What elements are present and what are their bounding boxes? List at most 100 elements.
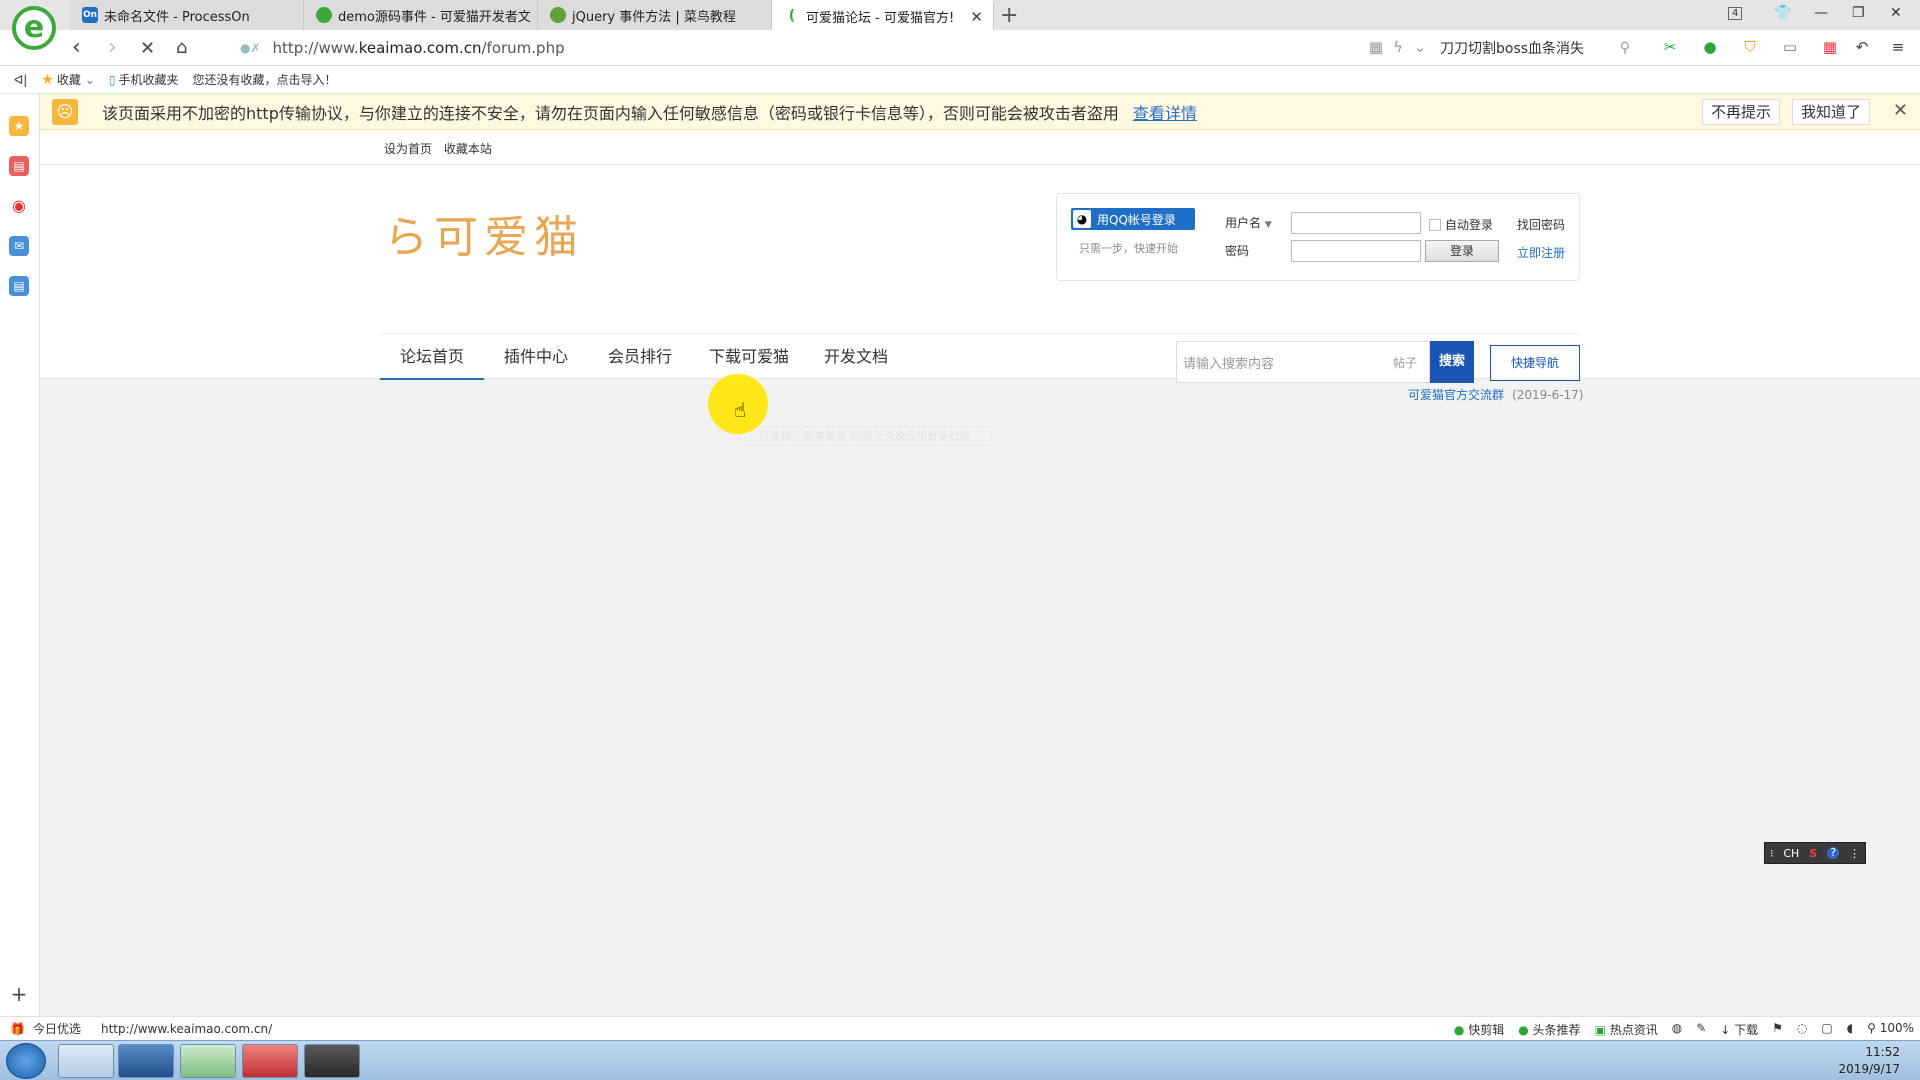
gift-icon[interactable]: 🎁 [10,1022,25,1036]
start-button[interactable] [6,1043,46,1079]
cleanup-icon[interactable]: ◌ [1797,1021,1807,1038]
pin-icon[interactable]: ✎ [1696,1021,1706,1038]
speed-icon[interactable]: ◍ [1672,1021,1682,1038]
tab-demo-docs[interactable]: demo源码事件 - 可爱猫开发者文 [304,0,538,30]
lightning-icon[interactable]: ϟ [1388,38,1408,58]
screenshot-icon[interactable]: ▭ [1780,38,1800,58]
clock-date: 2019/9/17 [1838,1062,1900,1076]
login-box: ◕ 用QQ帐号登录 只需一步，快速开始 用户名 ▼ 密码 自动登录 登录 找回密… [1056,193,1580,281]
bookmark-site-link[interactable]: 收藏本站 [444,142,492,156]
minimize-icon[interactable]: — [1814,5,1828,21]
ime-toolbar[interactable]: ⁝ CH S ? ⋮ [1764,842,1866,864]
weibo-icon[interactable]: ◉ [9,196,29,216]
translate-icon[interactable]: ● [1700,38,1720,58]
skin-icon[interactable]: 👕 [1774,5,1791,21]
restore-icon[interactable]: ❐ [1852,5,1865,21]
qr-code-icon[interactable]: ▦ [1366,38,1386,58]
qq-login-button[interactable]: ◕ 用QQ帐号登录 [1071,208,1195,230]
username-type-select[interactable]: 用户名 ▼ [1225,214,1272,231]
file-explorer-icon[interactable] [58,1044,114,1078]
sound-icon[interactable]: ◖ [1847,1021,1853,1038]
forward-icon[interactable]: › [108,35,117,60]
flag-icon[interactable]: ⚑ [1772,1021,1783,1038]
download-item[interactable]: ↓ 下载 [1720,1021,1758,1038]
home-icon[interactable]: ⌂ [176,37,187,58]
shield-icon[interactable]: ⛉ [1740,38,1760,58]
back-icon[interactable]: ‹ [72,35,81,60]
url-field[interactable]: ●✗ http://www.keaimao.com.cn/forum.php [240,35,1350,61]
quick-clip-item[interactable]: ● 快剪辑 [1454,1021,1504,1038]
scissors-icon[interactable]: ✂ [1660,38,1680,58]
ime-grip-icon: ⁝ [1769,846,1774,860]
faded-announcement: 可爱猫：新本发布 问题交流及应用分享社区 [738,426,992,446]
close-window-icon[interactable]: ✕ [1890,5,1902,21]
apps-icon[interactable]: ▦ [1820,38,1840,58]
star-icon: ★ [41,71,54,88]
pdf-app-icon[interactable] [242,1044,298,1078]
page-content: 设为首页 收藏本站 ら 可爱猫 ◕ 用QQ帐号登录 只需一步，快速开始 用户名 … [40,130,1920,1016]
sidebar-toggle-icon[interactable]: ᐊ| [14,73,27,87]
new-tab-button[interactable]: + [1000,3,1018,28]
ime-menu-icon[interactable]: ⋮ [1849,847,1860,860]
window-icon[interactable]: ▢ [1821,1021,1832,1038]
add-panel-icon[interactable]: + [9,984,29,1004]
sublime-text-icon[interactable] [304,1044,360,1078]
username-field[interactable] [1291,212,1421,234]
password-field[interactable] [1291,240,1421,262]
find-password-link[interactable]: 找回密码 [1517,216,1565,233]
sogou-icon[interactable]: S [1809,847,1817,860]
close-tab-icon[interactable]: ✕ [970,8,983,26]
cat-logo-icon: ら [384,212,428,263]
notes-icon[interactable]: ▤ [9,276,29,296]
headline-item[interactable]: ● 头条推荐 [1518,1021,1580,1038]
announcement-link[interactable]: 可爱猫官方交流群 (2019-6-17) [1408,386,1583,403]
auto-login-checkbox[interactable] [1429,219,1441,231]
news-icon[interactable]: ▤ [9,156,29,176]
favorites-button[interactable]: ★ 收藏 ⌄ [41,71,95,88]
set-homepage-link[interactable]: 设为首页 [384,142,432,156]
chevron-down-icon[interactable]: ⌄ [1410,38,1430,58]
side-panel: ★ ▤ ◉ ✉ ▤ + [0,94,40,1016]
quick-nav-button[interactable]: 快捷导航 [1490,345,1580,381]
tab-label: 可爱猫论坛 - 可爱猫官方! [806,10,955,26]
menu-icon[interactable]: ≡ [1888,38,1908,58]
nav-plugin-center[interactable]: 插件中心 [484,334,588,380]
mail-icon[interactable]: ✉ [9,236,29,256]
search-button[interactable]: 搜索 [1430,341,1474,383]
browser-logo[interactable]: e [12,6,56,50]
today-picks-label[interactable]: 今日优选 [33,1020,81,1037]
address-bar: ‹ › ✕ ⌂ ●✗ http://www.keaimao.com.cn/for… [0,30,1920,66]
tab-keaimao-forum[interactable]: ( 可爱猫论坛 - 可爱猫官方! ✕ [772,0,994,30]
site-logo[interactable]: ら 可爱猫 [384,201,584,265]
mobile-favorites-button[interactable]: ▯ 手机收藏夹 [109,71,179,88]
login-button[interactable]: 登录 [1425,240,1499,262]
search-input[interactable]: 刀刀切割boss血条消失 ⚲ [1440,35,1630,61]
got-it-button[interactable]: 我知道了 [1792,99,1871,125]
ime-lang[interactable]: CH [1783,847,1799,860]
tab-jquery[interactable]: jQuery 事件方法 | 菜鸟教程 [538,0,772,30]
view-details-link[interactable]: 查看详情 [1133,100,1197,124]
tab-count-badge[interactable]: 4 [1728,7,1743,20]
nav-dev-docs[interactable]: 开发文档 [804,334,908,380]
tab-processon[interactable]: On 未命名文件 - ProcessOn [70,0,304,30]
favorites-star-icon[interactable]: ★ [9,116,29,136]
nav-member-ranking[interactable]: 会员排行 [588,334,692,380]
hot-news-item[interactable]: ▣ 热点资讯 [1595,1021,1658,1038]
status-url: http://www.keaimao.com.cn/ [100,1021,273,1036]
dont-remind-button[interactable]: 不再提示 [1702,99,1781,125]
nav-forum-home[interactable]: 论坛首页 [380,334,484,380]
title-bar: On 未命名文件 - ProcessOn demo源码事件 - 可爱猫开发者文 … [0,0,1920,30]
remote-desktop-icon[interactable] [118,1044,174,1078]
close-warning-icon[interactable]: ✕ [1893,100,1908,121]
import-bookmarks-link[interactable]: 您还没有收藏，点击导入！ [193,71,337,88]
stop-loading-icon[interactable]: ✕ [140,38,155,59]
nav-download[interactable]: 下载可爱猫 [694,334,804,380]
forum-search-input[interactable]: 请输入搜索内容 帖子 [1176,341,1430,383]
360-browser-taskbar-icon[interactable] [180,1044,236,1078]
system-clock[interactable]: 11:52 2019/9/17 [1838,1044,1900,1078]
zoom-level[interactable]: ⚲ 100% [1867,1021,1914,1038]
search-category-select[interactable]: 帖子 [1381,354,1429,371]
help-icon[interactable]: ? [1827,847,1840,859]
undo-icon[interactable]: ↶ [1852,38,1872,58]
register-link[interactable]: 立即注册 [1517,244,1565,261]
